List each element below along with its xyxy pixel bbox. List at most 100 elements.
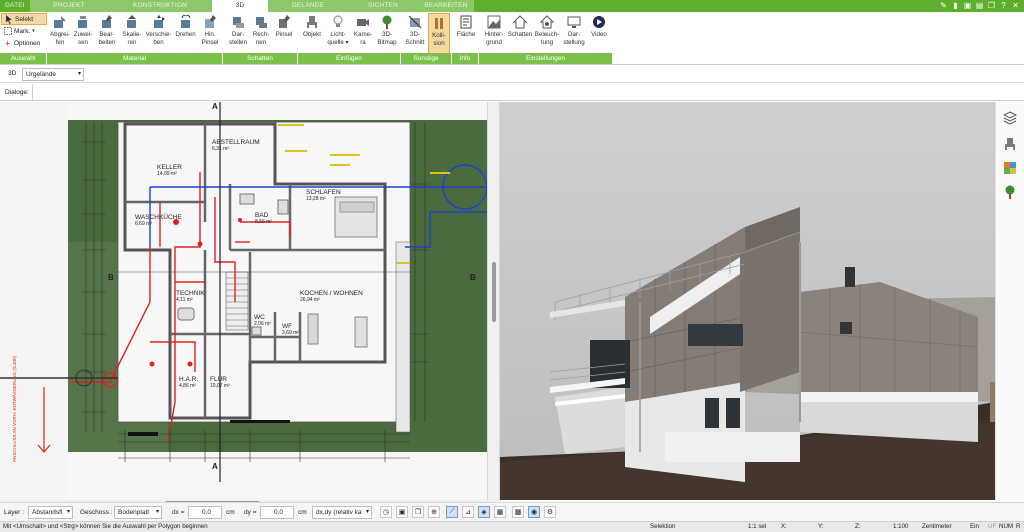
options-label: Optionen [14, 39, 41, 47]
layers-toggle-icon[interactable]: ◈ [478, 506, 490, 518]
angle-icon[interactable]: ⟋ [446, 506, 458, 518]
room-area: 10,07 m² [210, 383, 230, 389]
screen-icon[interactable]: ▣ [396, 506, 408, 518]
drainage-note: ANSCHLUSS AN VORH. ENTWÄSSERUNG (S.400) [12, 355, 17, 462]
background-brush-label: Hin. [204, 31, 216, 38]
area-button[interactable]: Fläche [454, 13, 478, 55]
insert-camera-button[interactable]: Kame- ra [352, 13, 374, 55]
print-icon[interactable]: ▤ [975, 1, 984, 10]
settings-icon[interactable]: ⚙ [544, 506, 556, 518]
collision-label: Kolli- [432, 32, 446, 39]
3d-view[interactable] [500, 102, 995, 500]
save-icon[interactable]: ▣ [963, 1, 972, 10]
room-wc[interactable]: WC 2,06 m² [254, 314, 271, 327]
collision-button[interactable]: Kolli- sion [428, 13, 450, 55]
divider [32, 84, 33, 101]
insert-bitmap-button[interactable]: 3D- Bitmap [375, 13, 399, 55]
splitter-grip[interactable] [492, 262, 496, 322]
material-move-button[interactable]: Verschie- ben [145, 13, 172, 55]
snap-point-icon[interactable]: ◉ [528, 506, 540, 518]
floor-plan-view[interactable]: KELLER 14,09 m² ABSTELLRAUM 6,31 m² SCHL… [0, 102, 487, 500]
material-assign-button[interactable]: Zuwei- sen [72, 13, 94, 55]
clock-icon[interactable]: ◷ [380, 506, 392, 518]
view-splitter[interactable] [487, 102, 500, 500]
material-move-label-2: ben [153, 38, 164, 46]
shadow-settings-button[interactable]: Schatten [507, 13, 533, 55]
room-name: WC [254, 314, 265, 321]
tab-3d[interactable]: 3D [212, 0, 268, 12]
ruler-icon[interactable]: ▮ [951, 1, 960, 10]
options-button[interactable]: + Optionen [1, 37, 47, 49]
eyedropper-icon [49, 13, 71, 31]
snap-grid-icon[interactable]: ▩ [512, 506, 524, 518]
section-3d-button[interactable]: 3D- Schnitt [403, 13, 427, 55]
room-bad[interactable]: BAD 8,56 m² [255, 212, 272, 225]
shadow-brush-button[interactable]: Pinsel [273, 13, 295, 55]
material-pick-button[interactable]: Abgrei- fen [49, 13, 71, 55]
room-keller[interactable]: KELLER 14,09 m² [157, 164, 182, 177]
copy-icon[interactable]: ❐ [412, 506, 424, 518]
room-technik[interactable]: TECHNIK 4,11 m² [176, 290, 205, 303]
ribbon-tab-bar: DATEI PROJEKT KONSTRUKTION 3D GELÄNDE SI… [0, 0, 1024, 12]
status-x: X: [781, 523, 787, 530]
room-wf[interactable]: WF 3,60 m² [282, 323, 299, 336]
room-waschkueche[interactable]: WASCHKÜCHE 6,69 m² [135, 214, 182, 227]
zoom-icon[interactable]: ⊕ [428, 506, 440, 518]
background-brush-button[interactable]: Hin. Pinsel [199, 13, 221, 55]
help-icon[interactable]: ? [999, 1, 1008, 10]
grid-icon[interactable]: ▦ [494, 506, 506, 518]
geschoss-combo[interactable]: Bodenplatt ▾ [114, 506, 162, 519]
section-b-left: B [108, 273, 114, 282]
mark-tool-button[interactable]: Mark. ▾ [1, 25, 47, 37]
shadow-display-button[interactable]: Dar- stellen [227, 13, 249, 55]
house-light-icon [534, 13, 560, 31]
video-button[interactable]: Video [588, 13, 610, 55]
status-hint: Mit <Umschalt> und <Strg> können Sie die… [3, 523, 208, 530]
collision-icon [429, 14, 449, 32]
tab-bearbeiten[interactable]: BEARBEITEN [418, 0, 474, 12]
pen-icon[interactable]: ✎ [939, 1, 948, 10]
chair-icon[interactable] [1002, 136, 1018, 152]
tab-sichten[interactable]: SICHTEN [348, 0, 418, 12]
dx-input[interactable]: 0,0 [188, 506, 222, 519]
geschoss-label: Geschoss : [80, 509, 113, 516]
room-kochen-wohnen[interactable]: KOCHEN / WOHNEN 26,94 m² [300, 290, 363, 303]
insert-object-button[interactable]: Objekt [300, 13, 324, 55]
view-toolbar: 3D Urgelände ▾ [0, 66, 1024, 83]
tree-icon[interactable] [1002, 184, 1018, 200]
layer-combo[interactable]: Abstandsfl ▾ [28, 506, 73, 519]
coord-mode-combo[interactable]: dx,dy (relativ ka ▾ [312, 506, 372, 519]
tab-konstruktion[interactable]: KONSTRUKTION [108, 0, 212, 12]
room-har[interactable]: H.A.R. 4,86 m² [179, 376, 198, 389]
light-bulb-icon [325, 13, 351, 31]
close-icon[interactable]: ✕ [1011, 1, 1020, 10]
material-rotate-button[interactable]: Drehen [173, 13, 198, 55]
select-tool-button[interactable]: Selekt [1, 13, 47, 25]
tab-gelaende[interactable]: GELÄNDE [268, 0, 348, 12]
material-scale-button[interactable]: Skalie- ren [120, 13, 144, 55]
tab-projekt[interactable]: PROJEKT [30, 0, 108, 12]
dy-input[interactable]: 0,0 [260, 506, 294, 519]
shadow-calc-button[interactable]: Rech- nen [250, 13, 272, 55]
room-name: TECHNIK [176, 290, 205, 297]
materials-icon[interactable] [1002, 160, 1018, 176]
display-button[interactable]: Dar- stellung [561, 13, 587, 55]
shadow-display-label: Dar- [231, 31, 245, 38]
insert-light-button[interactable]: Licht- quelle ▾ [325, 13, 351, 55]
status-mode: Selektion [650, 523, 676, 530]
camera-icon [352, 13, 374, 31]
background-button[interactable]: Hinter- grund [481, 13, 507, 55]
play-icon [588, 13, 610, 31]
ortho-icon[interactable]: ⊿ [462, 506, 474, 518]
material-edit-button[interactable]: Bear- beiten [95, 13, 119, 55]
tab-datei[interactable]: DATEI [0, 0, 30, 12]
room-schlafen[interactable]: SCHLAFEN 13,28 m² [306, 189, 341, 202]
shadow-calc-icon [250, 13, 272, 31]
room-abstellraum[interactable]: ABSTELLRAUM 6,31 m² [212, 139, 260, 152]
layers-icon[interactable] [1002, 110, 1018, 126]
status-unit: Zentimeter [922, 523, 952, 530]
terrain-combo[interactable]: Urgelände ▾ [22, 68, 84, 81]
window-icon[interactable]: ❐ [987, 1, 996, 10]
room-flur[interactable]: FLUR 10,07 m² [210, 376, 230, 389]
lighting-button[interactable]: Beleuch- tung [534, 13, 560, 55]
